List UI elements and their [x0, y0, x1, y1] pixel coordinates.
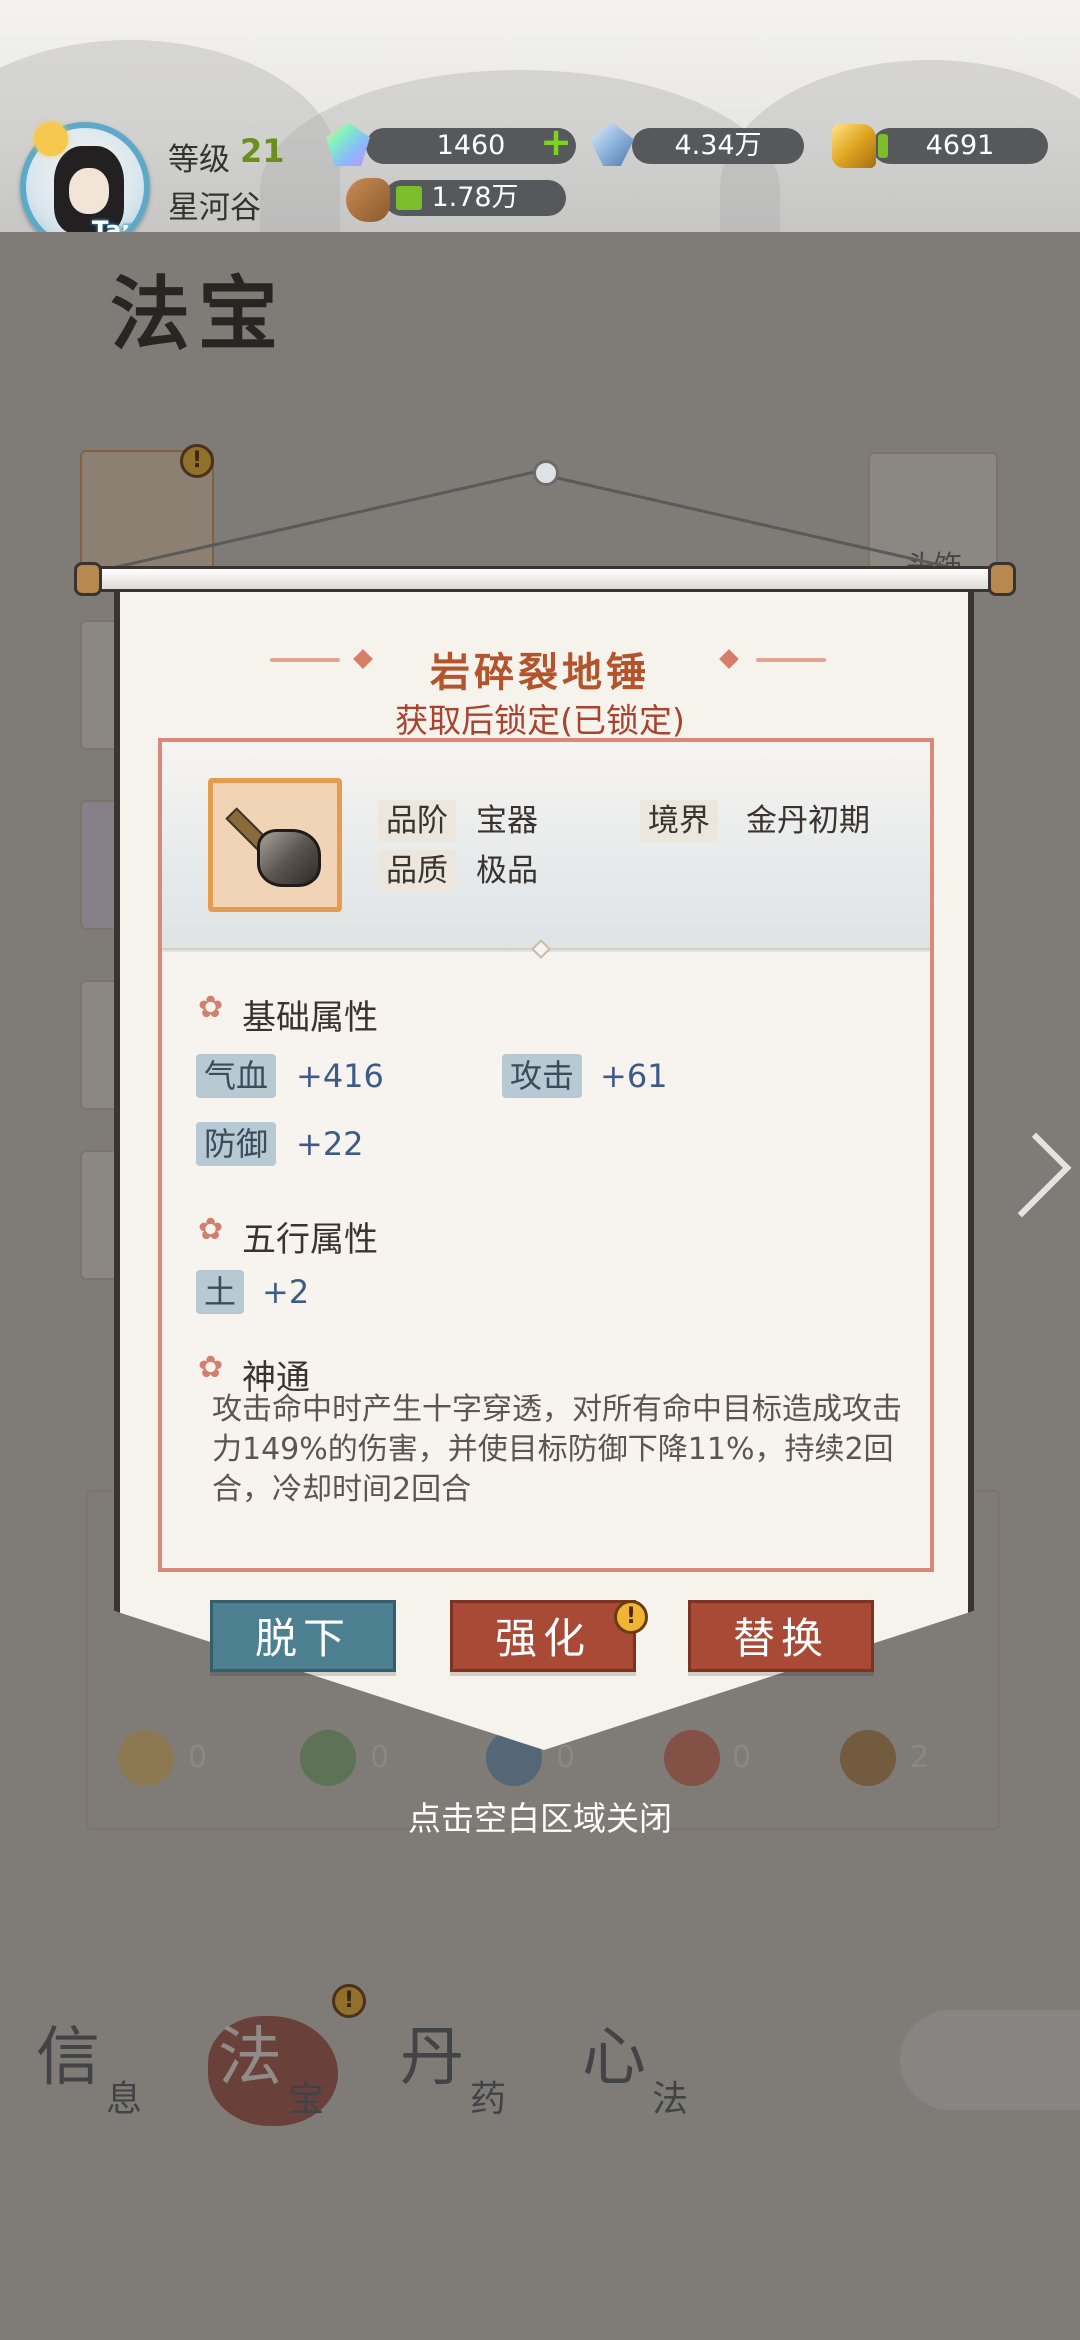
crystals-counter[interactable]: 4.34万: [632, 128, 804, 164]
wood-value: 1.78万: [431, 182, 519, 213]
sun-icon: [34, 122, 68, 156]
skill-description: 攻击命中时产生十字穿透，对所有命中目标造成攻击力149%的伤害，并使目标防御下降…: [212, 1392, 902, 1507]
scroll-rod-end-left: [74, 562, 102, 596]
lock-status: 获取后锁定(已锁定): [395, 701, 685, 740]
level-value: 21: [240, 132, 285, 170]
base-attributes-heading: 基础属性: [242, 998, 378, 1038]
gems-counter[interactable]: 1460 +: [366, 123, 576, 164]
scroll-rod: [74, 566, 1014, 592]
replace-button[interactable]: 替换: [688, 1600, 874, 1672]
grade-value: 宝器: [476, 803, 538, 839]
enhance-warning-badge: !: [614, 1600, 648, 1634]
crystals-value: 4.34万: [674, 130, 762, 161]
grade-label: 品阶: [378, 800, 456, 842]
gems-value: 1460: [436, 130, 506, 161]
hammer-icon: [257, 829, 321, 887]
item-name: 岩碎裂地锤: [430, 650, 650, 696]
scroll-rod-end-right: [988, 562, 1016, 596]
close-hint: 点击空白区域关闭: [408, 1799, 672, 1838]
wood-icon: [346, 178, 390, 222]
stat-hp-value: +416: [296, 1057, 384, 1095]
item-icon-frame: [208, 778, 342, 912]
realm-label: 境界: [640, 800, 718, 842]
gold-counter[interactable]: 4691: [872, 128, 1048, 164]
enhance-button[interactable]: 强化: [450, 1600, 636, 1672]
wood-counter[interactable]: 1.78万: [384, 180, 566, 216]
flower-icon: ✿: [198, 1350, 224, 1385]
stat-earth-label: 土: [196, 1270, 245, 1314]
flower-icon: ✿: [198, 1212, 224, 1247]
stat-atk-label: 攻击: [502, 1054, 583, 1098]
stat-atk-value: +61: [600, 1057, 668, 1095]
stat-earth-value: +2: [262, 1273, 310, 1311]
level-label: 等级: [168, 142, 230, 178]
stat-def-value: +22: [296, 1125, 364, 1163]
hanger-knob: [533, 460, 559, 486]
remove-button[interactable]: 脱下: [210, 1600, 396, 1672]
quality-label: 品质: [378, 850, 456, 892]
flower-icon: ✿: [198, 990, 224, 1025]
stat-hp-label: 气血: [196, 1054, 277, 1098]
stat-def-label: 防御: [196, 1122, 277, 1166]
add-gems-icon[interactable]: +: [540, 123, 572, 161]
element-attributes-heading: 五行属性: [242, 1220, 378, 1260]
gold-value: 4691: [925, 130, 995, 161]
quality-value: 极品: [476, 853, 538, 889]
realm-value: 金丹初期: [746, 803, 870, 839]
gold-ingot-icon: [832, 124, 876, 168]
location-name: 星河谷: [168, 190, 261, 226]
